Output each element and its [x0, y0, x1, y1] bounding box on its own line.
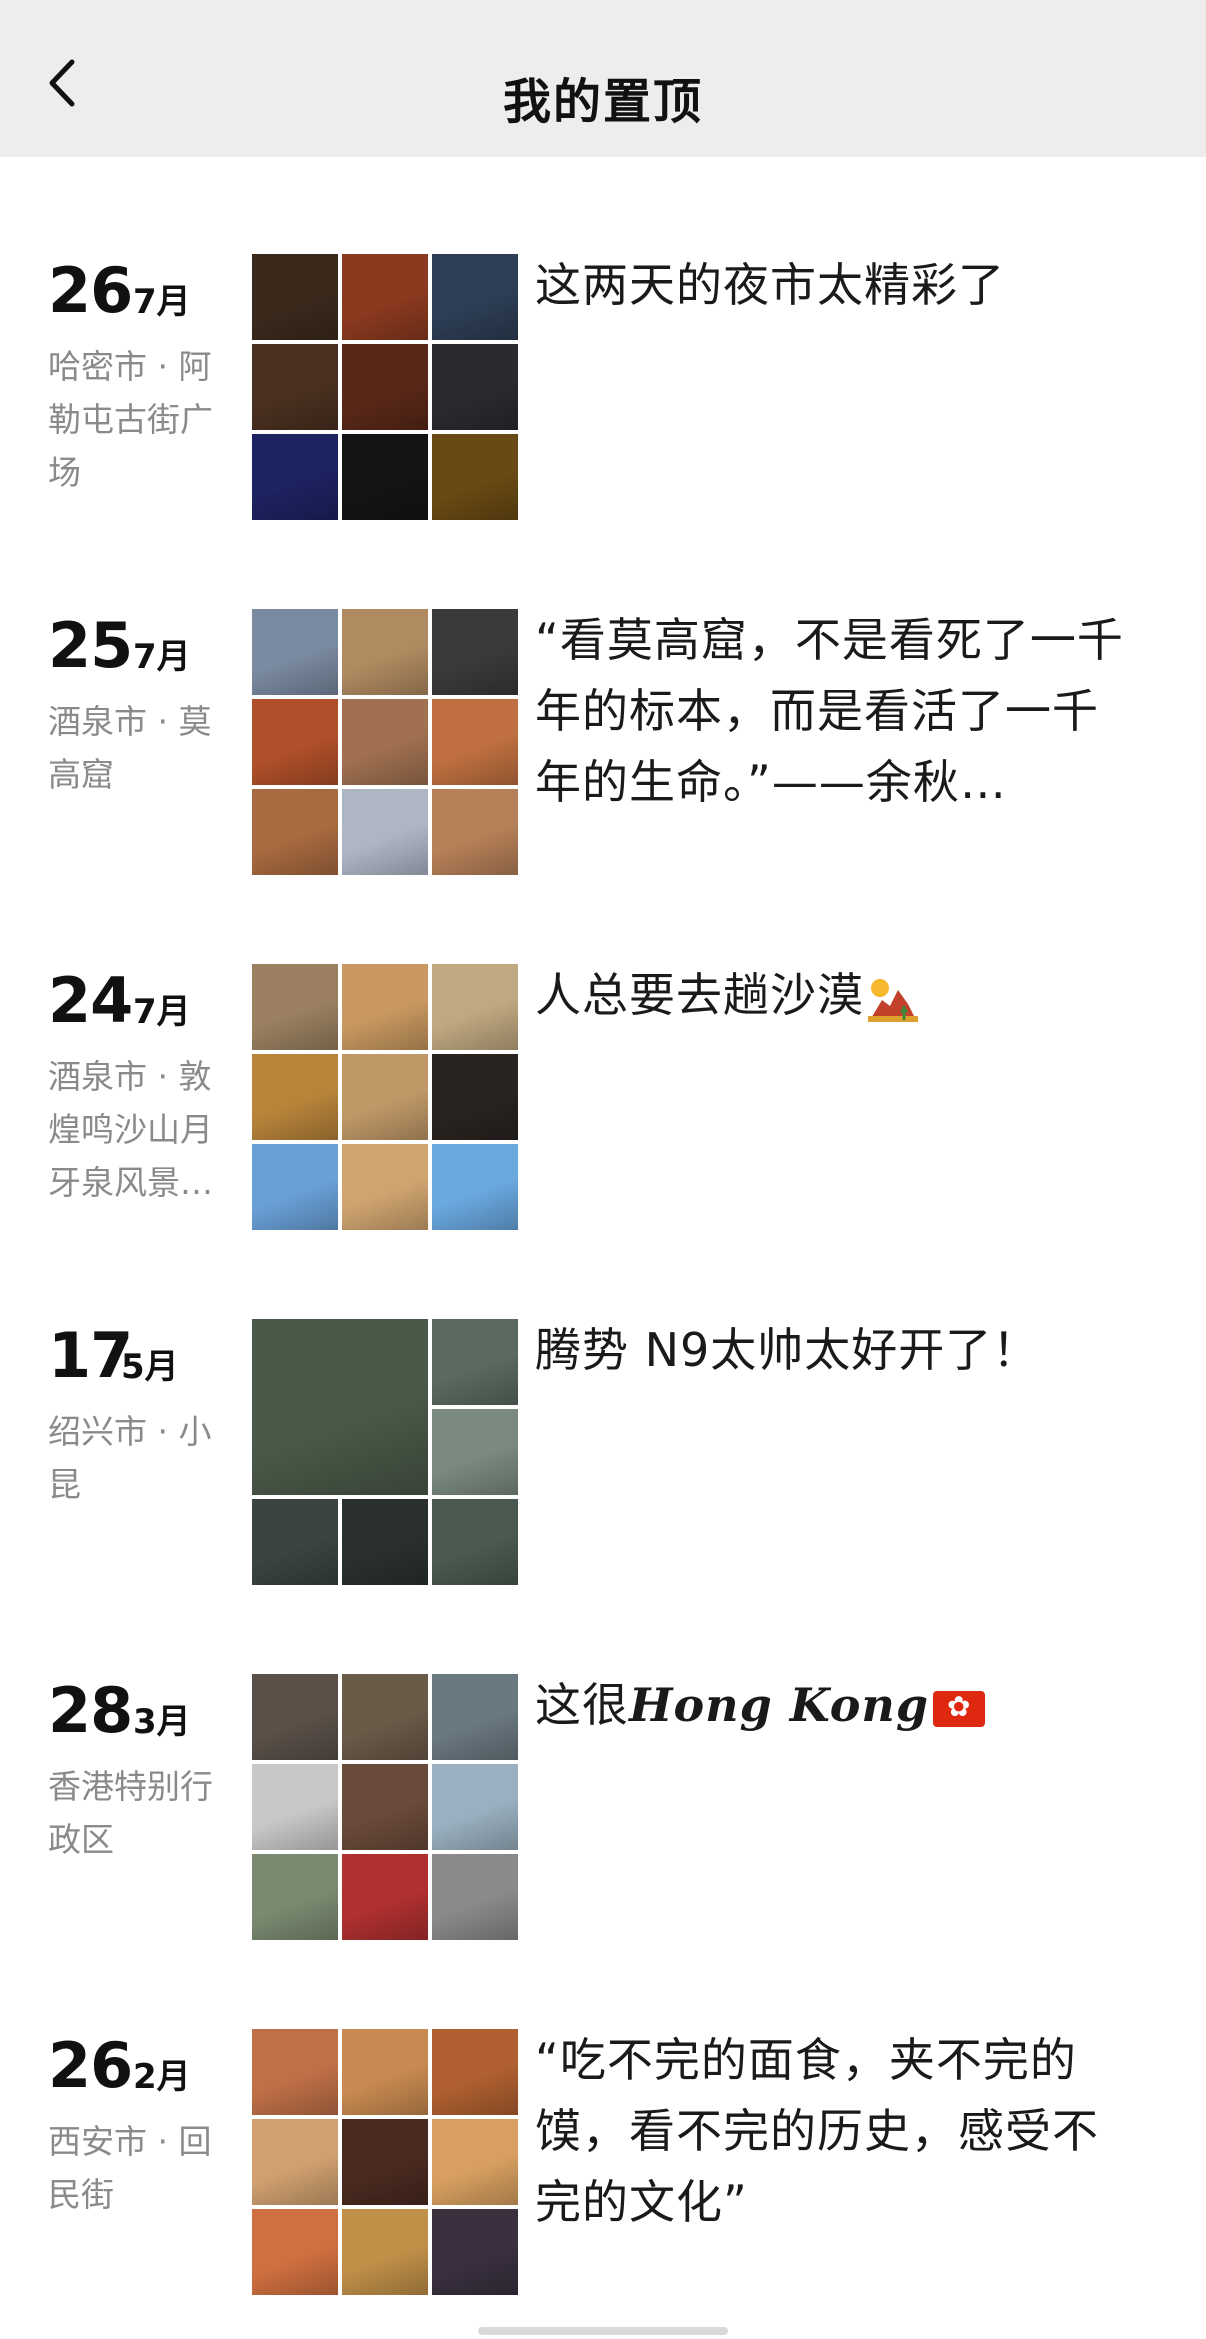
desert-emoji-icon [868, 978, 918, 1022]
photo-thumbnail[interactable] [252, 1854, 338, 1940]
photo-thumbnail[interactable] [432, 2209, 518, 2295]
photo-grid[interactable] [252, 254, 518, 520]
pinned-post[interactable]: 26 2月 西安市 · 回民街 “吃不完的面食，夹不完的馍，看不完的历史，感受不… [0, 2029, 1206, 2299]
photo-thumbnail[interactable] [342, 1499, 428, 1585]
post-caption: 腾势 N9太帅太好开了！ [535, 1323, 1040, 1377]
post-caption: “看莫高窟，不是看死了一千年的标本，而是看活了一千年的生命。”——余秋… [535, 613, 1124, 809]
post-location: 哈密市 · 阿勒屯古街广场 [48, 347, 213, 492]
photo-thumbnail[interactable] [432, 1319, 518, 1405]
photo-thumbnail[interactable] [252, 699, 338, 785]
photo-thumbnail[interactable] [342, 2029, 428, 2115]
photo-thumbnail[interactable] [432, 2029, 518, 2115]
photo-thumbnail[interactable] [342, 344, 428, 430]
photo-thumbnail[interactable] [342, 789, 428, 875]
post-caption: “吃不完的面食，夹不完的馍，看不完的历史，感受不完的文化” [535, 2033, 1099, 2229]
post-day: 26 [48, 2029, 133, 2102]
photo-thumbnail[interactable] [252, 1764, 338, 1850]
post-location: 酒泉市 · 莫高窟 [48, 702, 212, 794]
photo-grid[interactable] [252, 609, 518, 875]
caption-text: 人总要去趟沙漠 [535, 968, 864, 1022]
post-month: 5月 [121, 1347, 179, 1387]
post-caption: 人总要去趟沙漠 [535, 960, 1135, 1031]
photo-thumbnail[interactable] [432, 1144, 518, 1230]
photo-thumbnail[interactable] [432, 789, 518, 875]
photo-thumbnail[interactable] [252, 1144, 338, 1230]
photo-thumbnail[interactable] [432, 1499, 518, 1585]
post-day: 26 [48, 254, 133, 327]
photo-pair [252, 1499, 428, 1585]
post-caption: 这很Hong Kong [535, 1670, 1135, 1741]
photo-grid[interactable] [252, 1674, 518, 1940]
pinned-post[interactable]: 17 5月 绍兴市 · 小昆 腾势 N9太帅太好开了！ [0, 1319, 1206, 1589]
photo-thumbnail[interactable] [252, 2209, 338, 2295]
photo-thumbnail[interactable] [432, 1409, 518, 1495]
photo-thumbnail[interactable] [252, 964, 338, 1050]
page-title: 我的置顶 [502, 74, 703, 130]
photo-thumbnail[interactable] [432, 254, 518, 340]
post-caption: 这两天的夜市太精彩了 [535, 258, 1005, 312]
photo-thumbnail[interactable] [342, 1764, 428, 1850]
photo-thumbnail[interactable] [342, 609, 428, 695]
photo-thumbnail[interactable] [342, 1144, 428, 1230]
photo-grid[interactable] [252, 1319, 518, 1585]
photo-thumbnail[interactable] [342, 2119, 428, 2205]
photo-thumbnail[interactable] [342, 1054, 428, 1140]
photo-thumbnail[interactable] [252, 609, 338, 695]
photo-thumbnail[interactable] [342, 2209, 428, 2295]
post-location: 西安市 · 回民街 [48, 2122, 212, 2214]
photo-thumbnail[interactable] [252, 1054, 338, 1140]
photo-thumbnail[interactable] [252, 1319, 428, 1495]
photo-thumbnail[interactable] [342, 964, 428, 1050]
post-location: 酒泉市 · 敦煌鸣沙山月牙泉风景… [48, 1057, 213, 1202]
pinned-post[interactable]: 24 7月 酒泉市 · 敦煌鸣沙山月牙泉风景… 人总要去趟沙漠 [0, 964, 1206, 1234]
photo-thumbnail[interactable] [432, 434, 518, 520]
post-location: 绍兴市 · 小昆 [48, 1412, 212, 1504]
photo-thumbnail[interactable] [432, 964, 518, 1050]
photo-thumbnail[interactable] [342, 699, 428, 785]
post-day: 28 [48, 1674, 133, 1747]
caption-text: 这很 [535, 1678, 629, 1732]
photo-thumbnail[interactable] [252, 254, 338, 340]
photo-thumbnail[interactable] [252, 789, 338, 875]
photo-thumbnail[interactable] [252, 2119, 338, 2205]
photo-thumbnail[interactable] [342, 254, 428, 340]
navigation-bar: 我的置顶 [0, 0, 1206, 157]
photo-thumbnail[interactable] [432, 344, 518, 430]
post-month: 7月 [133, 282, 191, 322]
photo-thumbnail[interactable] [342, 1854, 428, 1940]
pinned-post[interactable]: 25 7月 酒泉市 · 莫高窟 “看莫高窟，不是看死了一千年的标本，而是看活了一… [0, 609, 1206, 879]
photo-thumbnail[interactable] [252, 2029, 338, 2115]
pinned-post[interactable]: 28 3月 香港特别行政区 这很Hong Kong [0, 1674, 1206, 1944]
post-month: 7月 [133, 992, 191, 1032]
photo-thumbnail[interactable] [432, 1674, 518, 1760]
pinned-post[interactable]: 26 7月 哈密市 · 阿勒屯古街广场 这两天的夜市太精彩了 [0, 254, 1206, 524]
photo-thumbnail[interactable] [342, 434, 428, 520]
photo-thumbnail[interactable] [252, 344, 338, 430]
photo-thumbnail[interactable] [252, 1499, 338, 1585]
home-indicator [478, 2327, 728, 2335]
photo-thumbnail[interactable] [432, 1854, 518, 1940]
post-month: 7月 [133, 637, 191, 677]
photo-thumbnail[interactable] [252, 1674, 338, 1760]
post-day: 24 [48, 964, 133, 1037]
photo-grid[interactable] [252, 2029, 518, 2295]
hong-kong-flag-icon [933, 1689, 986, 1727]
post-location: 香港特别行政区 [48, 1767, 213, 1859]
caption-italic-text: Hong Kong [629, 1678, 930, 1732]
photo-thumbnail[interactable] [432, 2119, 518, 2205]
photo-thumbnail[interactable] [432, 609, 518, 695]
post-month: 3月 [133, 1702, 191, 1742]
photo-thumbnail[interactable] [252, 434, 338, 520]
post-day: 25 [48, 609, 133, 682]
post-month: 2月 [133, 2057, 191, 2097]
photo-grid[interactable] [252, 964, 518, 1230]
photo-thumbnail[interactable] [342, 1674, 428, 1760]
photo-thumbnail[interactable] [432, 1764, 518, 1850]
photo-thumbnail[interactable] [432, 1054, 518, 1140]
post-day: 17 [48, 1319, 133, 1392]
photo-thumbnail[interactable] [432, 699, 518, 785]
